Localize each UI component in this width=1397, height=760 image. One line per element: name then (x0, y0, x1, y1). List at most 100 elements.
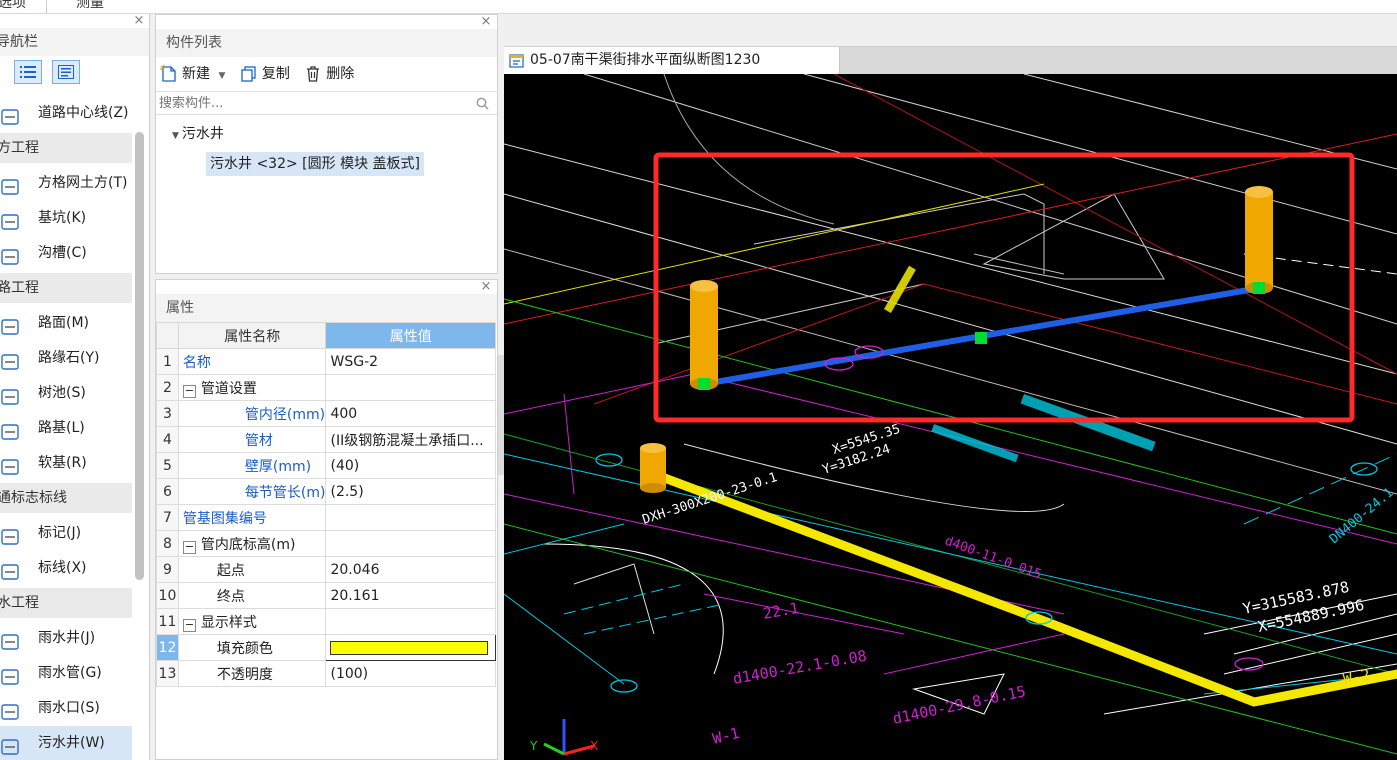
property-value[interactable] (325, 634, 496, 661)
sidebar-item[interactable]: 标线(X) (0, 551, 132, 586)
properties-panel: × 属性 属性名称 属性值 1 名称 WSG-2 2− 管道设置 3 管内径(mm) 400 4… (155, 279, 498, 760)
cad-drawing[interactable]: d1400-22.1-0.08 d1400-29.8-0.15 Y=315583… (504, 74, 1397, 760)
manhole-well-left[interactable] (690, 280, 718, 390)
sidebar-item[interactable]: 树池(S) (0, 376, 132, 411)
property-row[interactable]: 13 不透明度 (100) (156, 660, 496, 687)
property-value[interactable] (325, 374, 496, 401)
tree-pit-icon (0, 385, 22, 405)
property-value-header: 属性值 (325, 322, 496, 349)
property-row[interactable]: 7 管基图集编号 (156, 504, 496, 531)
pipe-node-start[interactable] (698, 378, 710, 390)
collapse-toggle-icon[interactable]: − (182, 540, 196, 554)
property-row[interactable]: 6 每节管长(m) (2.5) (156, 478, 496, 505)
property-value[interactable]: 400 (325, 400, 496, 427)
close-icon[interactable]: × (479, 15, 493, 29)
property-name-text: 壁厚(mm) (244, 458, 312, 475)
property-value[interactable] (325, 608, 496, 635)
nav-list: 道路中心线(Z) 方工程方格网土方(T) 基坑(K) 沟槽(C) 路工程路面(M) 路缘石… (0, 96, 132, 760)
sidebar-item[interactable]: 道路中心线(Z) (0, 96, 132, 131)
property-value-text: (100) (330, 665, 369, 682)
cad-toolbar-area (504, 14, 1397, 47)
new-button[interactable]: 新建 ▼ (160, 61, 225, 89)
row-number-header (156, 322, 179, 349)
property-row[interactable]: 12 填充颜色 (156, 634, 496, 661)
close-icon[interactable]: × (132, 14, 146, 28)
property-row[interactable]: 3 管内径(mm) 400 (156, 400, 496, 427)
sidebar-item[interactable]: 雨水口(S) (0, 691, 132, 726)
delete-button[interactable]: 删除 (304, 61, 354, 87)
tab-options[interactable]: 选项 (0, 0, 26, 12)
copy-button[interactable]: 复制 (240, 61, 290, 87)
list-view-icon[interactable] (14, 60, 42, 84)
sidebar-item[interactable]: 路基(L) (0, 411, 132, 446)
property-value[interactable]: WSG-2 (325, 348, 496, 375)
property-row[interactable]: 9 起点 20.046 (156, 556, 496, 583)
annotation-block-3 (884, 265, 916, 314)
property-value[interactable] (325, 530, 496, 557)
property-value[interactable]: 20.046 (325, 556, 496, 583)
drawing-tab[interactable]: 05-07南干渠街排水平面纵断图1230 (504, 47, 840, 74)
fill-color-swatch[interactable] (330, 640, 489, 655)
sidebar-item[interactable]: 基坑(K) (0, 201, 132, 236)
property-value[interactable]: 20.161 (325, 582, 496, 609)
close-icon[interactable]: × (479, 280, 493, 294)
property-value[interactable]: (40) (325, 452, 496, 479)
sidebar-item[interactable]: 路缘石(Y) (0, 341, 132, 376)
chevron-down-icon[interactable]: ▼ (218, 71, 225, 81)
properties-header-row: 属性名称 属性值 (156, 322, 496, 349)
property-row[interactable]: 1 名称 WSG-2 (156, 348, 496, 375)
property-row[interactable]: 11− 显示样式 (156, 608, 496, 635)
collapse-toggle-icon[interactable]: − (182, 384, 196, 398)
soft-foundation-icon (0, 455, 22, 475)
pipe-node-end[interactable] (1253, 282, 1265, 294)
rain-inlet-icon (0, 700, 22, 720)
sidebar-item-label: 软基(R) (38, 455, 87, 471)
property-row[interactable]: 10 终点 20.161 (156, 582, 496, 609)
nav-group-header[interactable]: 方工程 (0, 133, 132, 163)
sidebar-item[interactable]: 雨水管(G) (0, 656, 132, 691)
tree-collapse-icon[interactable]: ▼ (172, 131, 179, 141)
property-name: 管材 (177, 426, 327, 453)
row-number: 11 (156, 608, 179, 635)
sidebar-item[interactable]: 沟槽(C) (0, 236, 132, 271)
nav-group-header[interactable]: 路工程 (0, 273, 132, 303)
rain-pipe-icon (0, 665, 22, 685)
cad-viewport[interactable]: d1400-22.1-0.08 d1400-29.8-0.15 Y=315583… (504, 74, 1397, 760)
component-search (156, 91, 497, 115)
new-button-label: 新建 (182, 66, 210, 82)
collapse-toggle-icon[interactable]: − (182, 618, 196, 632)
pipe-node-mid[interactable] (975, 332, 987, 344)
property-value[interactable] (325, 504, 496, 531)
property-row[interactable]: 4 管材 (II级钢筋混凝土承插口... (156, 426, 496, 453)
search-icon[interactable] (476, 97, 489, 110)
search-input[interactable] (156, 92, 466, 114)
tab-measure[interactable]: 测量 (76, 0, 104, 12)
manhole-well-lower[interactable] (640, 443, 666, 493)
property-row[interactable]: 5 壁厚(mm) (40) (156, 452, 496, 479)
property-row[interactable]: 8− 管内底标高(m) (156, 530, 496, 557)
sidebar-item[interactable]: 污水井(W) (0, 726, 132, 760)
nav-scrollbar[interactable] (135, 132, 144, 580)
tree-node-label: 污水井 (181, 126, 224, 142)
property-value[interactable]: (2.5) (325, 478, 496, 505)
property-value[interactable]: (II级钢筋混凝土承插口... (325, 426, 496, 453)
sidebar-item[interactable]: 雨水井(J) (0, 621, 132, 656)
sidebar-item[interactable]: 方格网土方(T) (0, 166, 132, 201)
sidebar-item[interactable]: 路面(M) (0, 306, 132, 341)
property-name-header: 属性名称 (177, 322, 327, 349)
manhole-well-right[interactable] (1245, 186, 1273, 294)
sidebar-item-label: 树池(S) (38, 385, 86, 401)
tree-node-sewage-well[interactable]: ▼ 污水井 (172, 123, 224, 143)
detail-view-icon[interactable] (52, 60, 81, 84)
sidebar-item-label: 雨水管(G) (38, 665, 102, 681)
component-toolbar: 新建 ▼ 复制 删除 (160, 61, 364, 87)
sidebar-item[interactable]: 标记(J) (0, 516, 132, 551)
sidebar-item[interactable]: 软基(R) (0, 446, 132, 481)
nav-group-label: 路工程 (0, 280, 39, 296)
tree-item-component[interactable]: 污水井 <32> [圆形 模块 盖板式] (206, 152, 424, 176)
property-row[interactable]: 2− 管道设置 (156, 374, 496, 401)
property-value[interactable]: (100) (325, 660, 496, 687)
nav-group-header[interactable]: 水工程 (0, 588, 132, 618)
sidebar-item-label: 方格网土方(T) (38, 175, 128, 191)
nav-group-header[interactable]: 通标志标线 (0, 483, 132, 513)
